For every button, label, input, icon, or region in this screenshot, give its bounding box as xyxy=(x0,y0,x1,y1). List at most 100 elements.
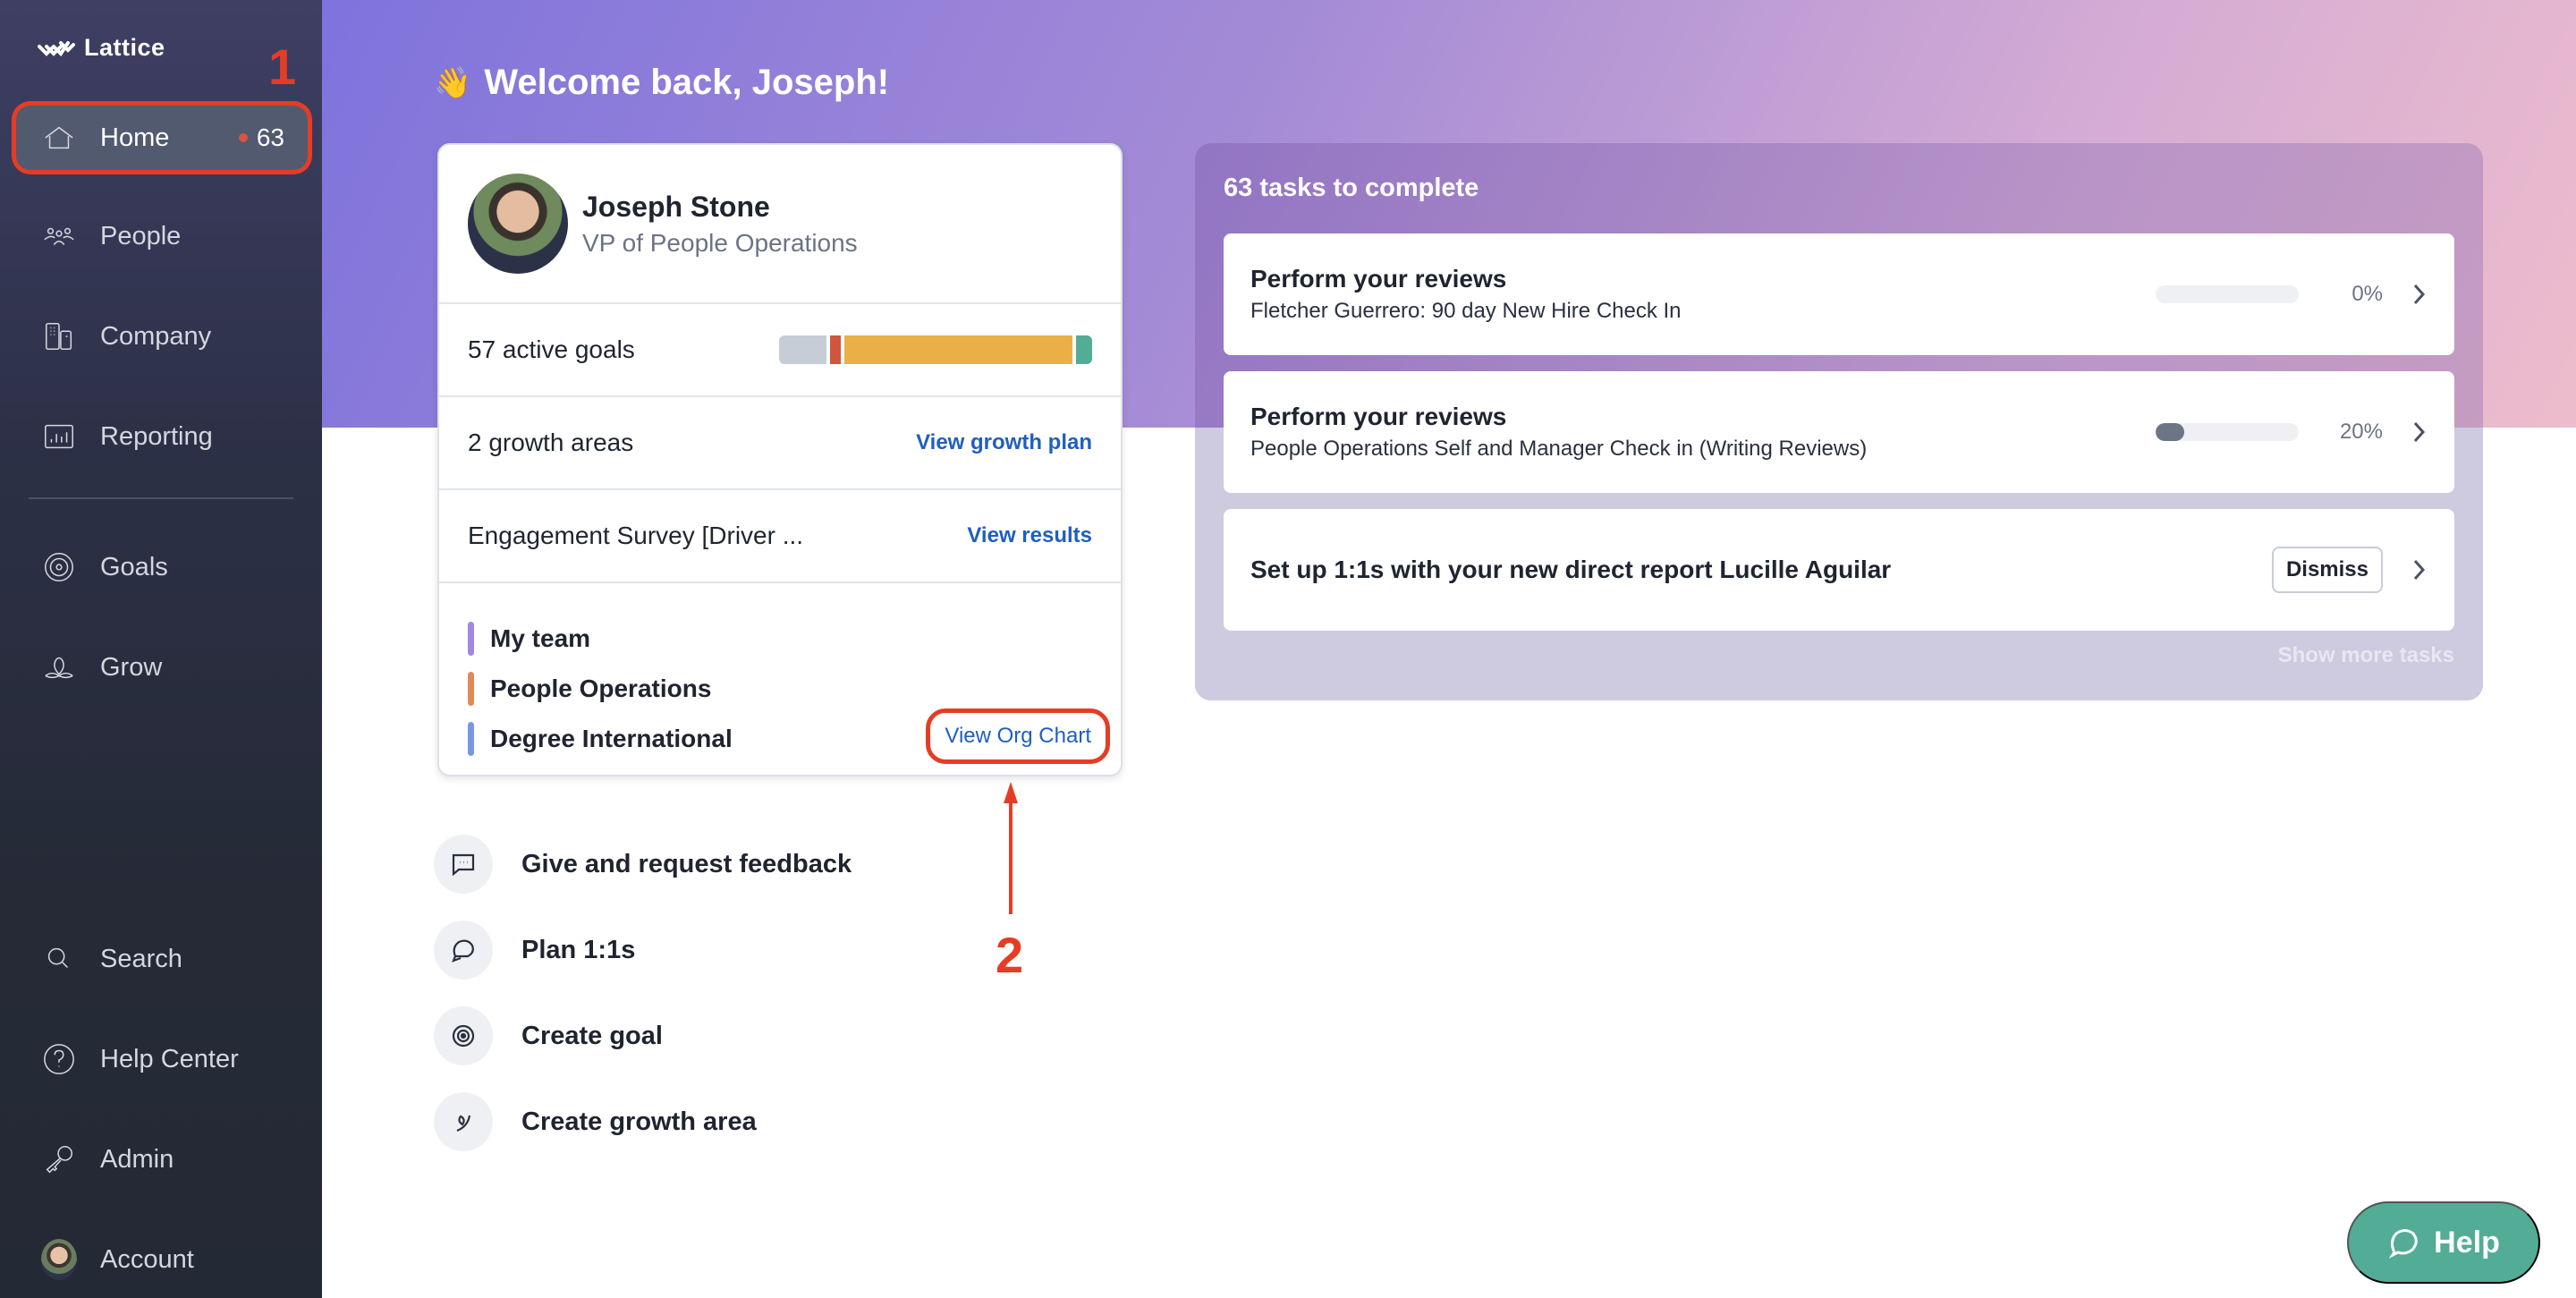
chat-bubble-icon xyxy=(2388,1229,2418,1259)
help-button[interactable]: Help xyxy=(2347,1201,2540,1284)
sidebar-item-search[interactable]: Search xyxy=(16,927,308,991)
search-icon xyxy=(41,941,77,977)
profile-avatar xyxy=(468,174,568,274)
sidebar-item-label: Home xyxy=(100,123,170,152)
dismiss-button[interactable]: Dismiss xyxy=(2271,547,2383,593)
annotation-arrow-icon xyxy=(1004,782,1018,914)
sidebar-item-people[interactable]: People xyxy=(16,204,308,268)
tasks-panel: 63 tasks to complete Perform your review… xyxy=(1195,143,2483,700)
goals-status-bar[interactable] xyxy=(779,335,1092,364)
notification-dot xyxy=(238,133,248,142)
chevron-right-icon[interactable] xyxy=(2410,419,2428,445)
target-icon xyxy=(434,1006,493,1065)
people-icon xyxy=(41,218,77,254)
team-color-bar xyxy=(468,722,474,756)
sidebar-item-reporting[interactable]: Reporting xyxy=(16,404,308,469)
sidebar-item-account[interactable]: Account xyxy=(16,1227,308,1292)
task-progress-bar xyxy=(2156,423,2299,441)
task-title: Set up 1:1s with your new direct report … xyxy=(1250,556,1892,583)
task-title: Perform your reviews xyxy=(1250,403,1507,430)
sidebar-item-label: Reporting xyxy=(100,421,213,451)
team-item[interactable]: People Operations xyxy=(468,664,1092,714)
show-more-tasks-link[interactable]: Show more tasks xyxy=(2278,643,2454,668)
building-icon xyxy=(41,318,77,354)
team-name: Degree International xyxy=(490,725,733,752)
task-progress-label: 20% xyxy=(2339,420,2383,444)
target-icon xyxy=(41,549,77,585)
sidebar-item-label: Goals xyxy=(100,552,168,581)
notification-count: 63 xyxy=(256,123,284,151)
feedback-icon xyxy=(434,835,493,894)
team-color-bar xyxy=(468,622,474,656)
sidebar-item-help-center[interactable]: Help Center xyxy=(16,1027,308,1091)
action-label: Create growth area xyxy=(521,1107,757,1136)
welcome-text: Welcome back, Joseph! xyxy=(484,63,890,102)
sidebar-divider xyxy=(29,497,293,499)
growth-areas-label: 2 growth areas xyxy=(468,428,634,456)
give-feedback-action[interactable]: Give and request feedback xyxy=(434,821,852,907)
annotation-number-1: 1 xyxy=(268,38,297,95)
view-results-link[interactable]: View results xyxy=(967,523,1092,548)
sidebar-item-label: Company xyxy=(100,321,212,351)
task-subtitle: Fletcher Guerrero: 90 day New Hire Check… xyxy=(1250,299,1682,323)
chevron-right-icon[interactable] xyxy=(2410,281,2428,308)
question-icon xyxy=(41,1041,77,1077)
active-goals-label: 57 active goals xyxy=(468,335,635,363)
team-item[interactable]: My team xyxy=(468,614,1092,664)
home-icon xyxy=(41,120,77,156)
tasks-title: 63 tasks to complete xyxy=(1224,174,1479,202)
chat-icon xyxy=(434,920,493,980)
team-name: People Operations xyxy=(490,674,712,702)
sidebar-item-admin[interactable]: Admin xyxy=(16,1127,308,1192)
action-label: Give and request feedback xyxy=(521,849,852,878)
task-item[interactable]: Perform your reviews People Operations S… xyxy=(1224,371,2454,493)
profile-header[interactable]: Joseph Stone VP of People Operations xyxy=(439,145,1121,304)
sidebar-item-label: Search xyxy=(100,944,182,973)
goals-row[interactable]: 57 active goals xyxy=(439,304,1121,397)
sprout-icon xyxy=(434,1092,493,1151)
create-goal-action[interactable]: Create goal xyxy=(434,993,852,1079)
grow-icon xyxy=(41,649,77,685)
task-item[interactable]: Set up 1:1s with your new direct report … xyxy=(1224,509,2454,631)
lattice-logo[interactable]: Lattice xyxy=(38,34,165,62)
task-item[interactable]: Perform your reviews Fletcher Guerrero: … xyxy=(1224,233,2454,355)
profile-title: VP of People Operations xyxy=(582,228,858,257)
goal-segment-progressing xyxy=(844,335,1073,364)
sidebar-item-label: Account xyxy=(100,1244,194,1274)
team-name: My team xyxy=(490,624,591,652)
sidebar-item-label: Help Center xyxy=(100,1044,239,1073)
app-name: Lattice xyxy=(84,34,165,61)
waving-hand-icon: 👋 xyxy=(434,65,472,100)
task-progress-fill xyxy=(2156,423,2184,441)
profile-card: Joseph Stone VP of People Operations 57 … xyxy=(437,143,1123,776)
chevron-right-icon[interactable] xyxy=(2410,556,2428,583)
sidebar-item-home[interactable]: Home 63 xyxy=(16,106,308,170)
view-org-chart-link[interactable]: View Org Chart xyxy=(926,708,1110,764)
help-label: Help xyxy=(2434,1225,2500,1260)
task-progress-label: 0% xyxy=(2351,282,2383,306)
action-label: Create goal xyxy=(521,1021,663,1050)
chart-icon xyxy=(41,419,77,454)
task-progress-bar xyxy=(2156,285,2299,303)
survey-label: Engagement Survey [Driver ... xyxy=(468,522,804,549)
goal-segment-not-started xyxy=(779,335,827,364)
view-growth-plan-link[interactable]: View growth plan xyxy=(916,430,1092,455)
sidebar: Lattice 1 Home 63 People Company Reporti… xyxy=(0,0,322,1298)
create-growth-area-action[interactable]: Create growth area xyxy=(434,1079,852,1165)
task-title: Perform your reviews xyxy=(1250,265,1507,293)
welcome-heading: 👋 Welcome back, Joseph! xyxy=(434,63,889,103)
task-subtitle: People Operations Self and Manager Check… xyxy=(1250,437,1868,461)
annotation-number-2: 2 xyxy=(996,927,1024,983)
teams-list: My team People Operations Degree Interna… xyxy=(439,583,1121,764)
profile-name: Joseph Stone xyxy=(582,190,770,223)
goal-segment-on-track xyxy=(1076,335,1092,364)
quick-actions: Give and request feedback Plan 1:1s Crea… xyxy=(434,821,852,1165)
sidebar-item-label: Grow xyxy=(100,652,163,682)
sidebar-item-company[interactable]: Company xyxy=(16,304,308,369)
growth-row: 2 growth areas View growth plan xyxy=(439,397,1121,490)
sidebar-item-label: People xyxy=(100,221,182,250)
sidebar-item-goals[interactable]: Goals xyxy=(16,535,308,599)
sidebar-item-grow[interactable]: Grow xyxy=(16,635,308,700)
plan-one-on-ones-action[interactable]: Plan 1:1s xyxy=(434,907,852,993)
survey-row: Engagement Survey [Driver ... View resul… xyxy=(439,490,1121,583)
